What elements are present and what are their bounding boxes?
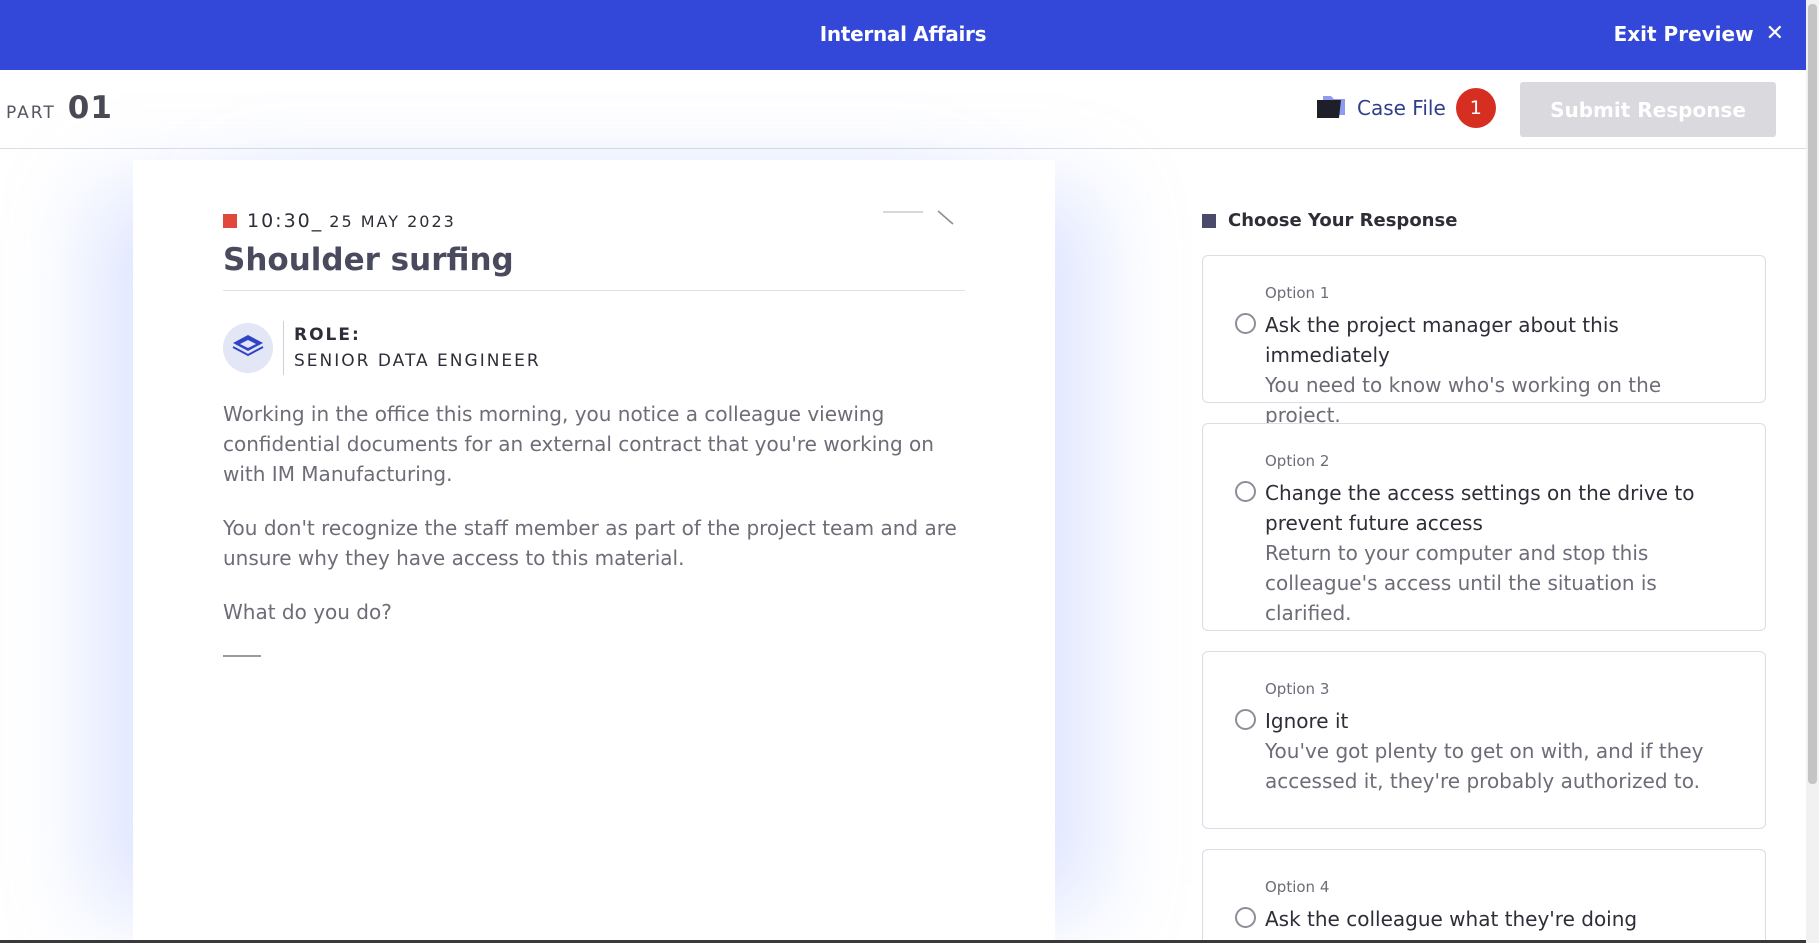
scenario-content: 10:30_ 25 MAY 2023 Shoulder surfing ROLE <box>223 210 965 657</box>
option-title: Change the access settings on the drive … <box>1265 478 1735 628</box>
response-option-4[interactable]: Option 4 Ask the colleague what they're … <box>1202 849 1766 943</box>
scenario-panel: 10:30_ 25 MAY 2023 Shoulder surfing ROLE <box>133 160 1055 943</box>
exit-preview-button[interactable]: Exit Preview ✕ <box>1614 22 1784 46</box>
option-description: Return to your computer and stop this co… <box>1265 541 1657 625</box>
role-divider <box>283 321 284 375</box>
response-option-2[interactable]: Option 2 Change the access settings on t… <box>1202 423 1766 631</box>
option-description: You need to know who's working on the pr… <box>1265 373 1662 427</box>
end-divider <box>223 655 261 657</box>
option-number: Option 1 <box>1265 284 1330 302</box>
scenario-title: Shoulder surfing <box>223 242 965 291</box>
option-radio[interactable] <box>1235 709 1256 730</box>
part-number: 01 <box>67 90 113 126</box>
scenario-date: 25 MAY 2023 <box>329 211 456 231</box>
role-block: ROLE: SENIOR DATA ENGINEER <box>223 321 965 375</box>
sub-header: PART 01 Case File 1 Submit Response <box>0 70 1806 149</box>
heading-square-marker <box>1202 213 1216 228</box>
response-option-3[interactable]: Option 3 Ignore it You've got plenty to … <box>1202 651 1766 829</box>
top-bar: Internal Affairs Exit Preview ✕ <box>0 0 1806 70</box>
part-indicator: PART 01 <box>6 90 113 126</box>
folder-icon <box>1315 92 1347 124</box>
role-text: ROLE: SENIOR DATA ENGINEER <box>294 325 541 371</box>
data-layers-icon <box>230 331 266 365</box>
option-number: Option 3 <box>1265 680 1330 698</box>
option-number: Option 4 <box>1265 878 1330 896</box>
app-title: Internal Affairs <box>819 22 987 46</box>
role-avatar <box>223 323 273 373</box>
option-radio[interactable] <box>1235 313 1256 334</box>
scenario-paragraph: Working in the office this morning, you … <box>223 402 934 486</box>
exit-preview-label: Exit Preview <box>1613 22 1754 46</box>
scenario-dateline: 10:30_ 25 MAY 2023 <box>223 210 965 232</box>
corner-decoration <box>883 210 954 225</box>
option-number: Option 2 <box>1265 452 1330 470</box>
case-file-count-badge: 1 <box>1455 88 1496 128</box>
response-column: Choose Your Response Option 1 Ask the pr… <box>1202 210 1766 943</box>
scenario-time: 10:30_ <box>247 210 324 232</box>
option-title: Ask the colleague what they're doing <box>1265 907 1638 931</box>
option-radio[interactable] <box>1235 481 1256 502</box>
option-title: Ask the project manager about this immed… <box>1265 310 1735 430</box>
role-value: SENIOR DATA ENGINEER <box>294 351 541 371</box>
option-radio[interactable] <box>1235 907 1256 928</box>
case-file-button[interactable]: Case File 1 <box>1315 88 1496 128</box>
scrollbar-thumb[interactable] <box>1808 4 1817 784</box>
scenario-paragraph: You don't recognize the staff member as … <box>223 516 957 570</box>
case-file-label: Case File <box>1357 96 1446 120</box>
submit-response-button[interactable]: Submit Response <box>1520 82 1776 137</box>
choose-response-heading: Choose Your Response <box>1202 210 1766 231</box>
choose-response-label: Choose Your Response <box>1228 210 1458 231</box>
close-icon: ✕ <box>1765 21 1784 46</box>
red-square-marker <box>223 214 237 228</box>
role-key: ROLE: <box>294 325 361 345</box>
response-option-1[interactable]: Option 1 Ask the project manager about t… <box>1202 255 1766 427</box>
page-scrollbar[interactable] <box>1806 0 1819 943</box>
scenario-question: What do you do? <box>223 600 392 624</box>
option-description: You've got plenty to get on with, and if… <box>1265 739 1704 793</box>
option-title: Ignore it You've got plenty to get on wi… <box>1265 706 1735 796</box>
part-label: PART <box>6 103 56 123</box>
